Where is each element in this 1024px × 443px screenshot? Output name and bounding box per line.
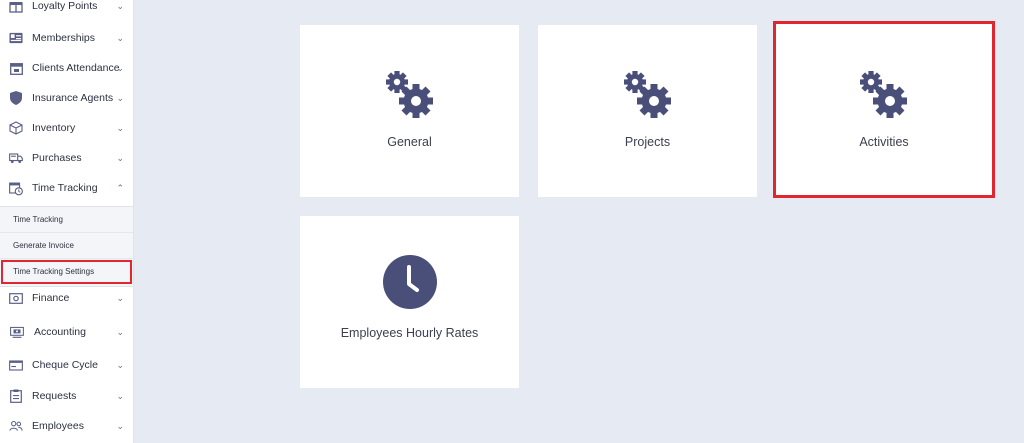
sidebar-item-time-tracking[interactable]: Time Tracking ⌃ — [0, 173, 133, 203]
gears-icon — [854, 67, 914, 128]
sidebar-item-cheque-cycle[interactable]: Cheque Cycle ⌄ — [0, 350, 133, 380]
sidebar-item-label: Memberships — [32, 32, 96, 44]
truck-icon — [9, 151, 23, 165]
gears-icon — [380, 67, 440, 128]
chevron-down-icon: ⌄ — [116, 326, 124, 337]
clock-icon — [382, 254, 438, 315]
chevron-down-icon: ⌄ — [116, 122, 124, 133]
sidebar-item-label: Accounting — [34, 326, 86, 338]
chevron-down-icon: ⌄ — [116, 0, 124, 11]
sidebar-item-label: Time Tracking — [32, 182, 98, 194]
sidebar-item-label: Employees — [32, 420, 84, 432]
chevron-down-icon: ⌄ — [116, 62, 124, 73]
chevron-down-icon: ⌄ — [116, 152, 124, 163]
sidebar-item-loyalty-points[interactable]: Loyalty Points ⌄ — [0, 0, 133, 21]
chevron-down-icon: ⌄ — [116, 292, 124, 303]
submenu-item-time-tracking[interactable]: Time Tracking — [0, 207, 133, 233]
chevron-down-icon: ⌄ — [116, 390, 124, 401]
gears-icon — [618, 67, 678, 128]
card-label: General — [387, 135, 432, 149]
chevron-down-icon: ⌄ — [116, 359, 124, 370]
settings-card-general[interactable]: General — [300, 25, 519, 197]
sidebar-item-insurance-agents[interactable]: Insurance Agents ⌄ — [0, 83, 133, 113]
sidebar: Loyalty Points ⌄ Memberships ⌄ Clients A… — [0, 0, 134, 443]
sidebar-item-inventory[interactable]: Inventory ⌄ — [0, 113, 133, 143]
settings-card-projects[interactable]: Projects — [538, 25, 757, 197]
chevron-down-icon: ⌄ — [116, 92, 124, 103]
time-tracking-submenu: Time Tracking Generate Invoice Time Trac… — [0, 206, 133, 287]
sidebar-item-memberships[interactable]: Memberships ⌄ — [0, 23, 133, 53]
users-icon — [9, 419, 23, 433]
sidebar-item-label: Clients Attendance — [32, 62, 120, 74]
card-label: Projects — [624, 135, 671, 149]
clipboard-icon — [9, 389, 23, 403]
submenu-item-generate-invoice[interactable]: Generate Invoice — [0, 233, 133, 259]
sidebar-item-label: Finance — [32, 292, 70, 304]
membership-card-icon — [9, 31, 23, 45]
box-icon — [9, 121, 23, 135]
submenu-item-label: Generate Invoice — [13, 241, 74, 250]
calendar-icon — [9, 61, 23, 75]
sidebar-item-label: Requests — [32, 390, 77, 402]
sidebar-item-purchases[interactable]: Purchases ⌄ — [0, 143, 133, 173]
sidebar-item-label: Insurance Agents — [32, 92, 114, 104]
card-label: Employees Hourly Rates — [340, 326, 479, 340]
submenu-item-label: Time Tracking — [13, 215, 63, 224]
shield-icon — [9, 91, 23, 105]
chevron-up-icon: ⌃ — [116, 182, 124, 193]
chevron-down-icon: ⌄ — [116, 420, 124, 431]
settings-card-activities[interactable]: Activities — [773, 21, 995, 198]
money-icon — [9, 291, 23, 305]
sidebar-item-label: Purchases — [32, 152, 82, 164]
monitor-money-icon — [10, 325, 24, 339]
card-label: Activities — [859, 135, 909, 149]
cheque-icon — [9, 358, 23, 372]
settings-card-employees-hourly-rates[interactable]: Employees Hourly Rates — [300, 216, 519, 388]
sidebar-item-clients-attendance[interactable]: Clients Attendance ⌄ — [0, 53, 133, 83]
sidebar-item-label: Loyalty Points — [32, 0, 98, 12]
sidebar-item-requests[interactable]: Requests ⌄ — [0, 381, 133, 411]
chevron-down-icon: ⌄ — [116, 32, 124, 43]
sidebar-item-finance[interactable]: Finance ⌄ — [0, 283, 133, 313]
submenu-item-time-tracking-settings[interactable]: Time Tracking Settings — [1, 260, 132, 284]
sidebar-item-employees[interactable]: Employees ⌄ — [0, 411, 133, 441]
sidebar-item-accounting[interactable]: Accounting ⌄ — [0, 317, 133, 347]
sidebar-item-label: Cheque Cycle — [32, 359, 98, 371]
sidebar-item-label: Inventory — [32, 122, 76, 134]
calendar-clock-icon — [9, 181, 23, 195]
submenu-item-label: Time Tracking Settings — [13, 267, 95, 276]
gift-icon — [9, 0, 23, 13]
